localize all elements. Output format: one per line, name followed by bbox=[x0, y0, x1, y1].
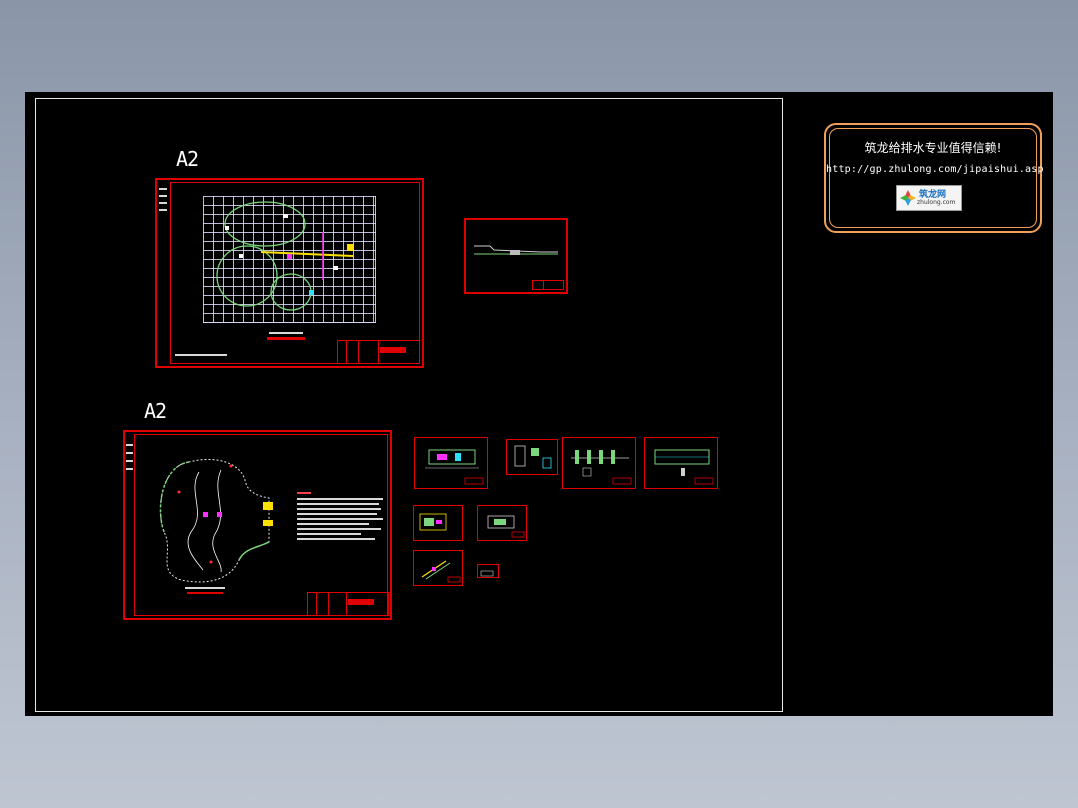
detail-content bbox=[487, 515, 525, 538]
detail-drawing-2[interactable] bbox=[506, 439, 558, 475]
pool-outline bbox=[159, 459, 273, 583]
watermark-url: http://gp.zhulong.com/jipaishui.asp bbox=[826, 164, 1044, 175]
detail-drawing-3[interactable] bbox=[562, 437, 636, 489]
detail-drawing-5[interactable] bbox=[413, 505, 463, 541]
detail-content bbox=[421, 560, 461, 583]
title-block bbox=[307, 592, 389, 616]
drawing-note bbox=[175, 354, 227, 356]
drawing-title bbox=[185, 587, 225, 589]
model-space-boundary: A2 A2 bbox=[35, 98, 783, 712]
detail-drawing-1[interactable] bbox=[414, 437, 488, 489]
detail-content bbox=[480, 570, 494, 577]
detail-content bbox=[514, 445, 552, 469]
title-block bbox=[532, 280, 564, 290]
detail-drawing-6[interactable] bbox=[477, 505, 527, 541]
section-lines bbox=[474, 245, 558, 255]
detail-content bbox=[654, 449, 714, 485]
zhulong-logo: 筑龙网 zhulong.com bbox=[896, 185, 962, 211]
watermark-box: 筑龙给排水专业值得信赖! http://gp.zhulong.com/jipai… bbox=[824, 123, 1044, 233]
sheet-size-label-top: A2 bbox=[176, 147, 199, 171]
drawing-title-underline bbox=[187, 592, 223, 594]
title-block bbox=[337, 340, 420, 364]
detail-content bbox=[571, 450, 632, 485]
drawing-pool-layout[interactable] bbox=[123, 430, 392, 620]
drawing-section-small[interactable] bbox=[464, 218, 568, 294]
detail-drawing-8[interactable] bbox=[477, 564, 499, 578]
logo-mark-icon bbox=[900, 190, 916, 206]
sheet-size-label-bottom: A2 bbox=[144, 399, 167, 423]
detail-drawing-7[interactable] bbox=[413, 550, 463, 586]
detail-content bbox=[425, 449, 484, 485]
drawing-title-underline bbox=[267, 337, 305, 340]
detail-drawing-4[interactable] bbox=[644, 437, 718, 489]
drawing-title bbox=[269, 332, 303, 334]
drawing-site-plan-grid[interactable] bbox=[155, 178, 424, 368]
site-plan-paths bbox=[216, 201, 354, 311]
drawing-side-legend bbox=[159, 186, 168, 226]
watermark-title: 筑龙给排水专业值得信赖! bbox=[864, 141, 1002, 155]
cad-drawing-canvas[interactable]: A2 A2 筑龙给排水专业值得信赖! http://gp.zhulong.com… bbox=[25, 92, 1053, 716]
logo-site-text: zhulong.com bbox=[917, 199, 956, 206]
detail-content bbox=[419, 513, 447, 531]
drawing-side-legend bbox=[126, 442, 134, 482]
design-notes bbox=[297, 492, 387, 548]
